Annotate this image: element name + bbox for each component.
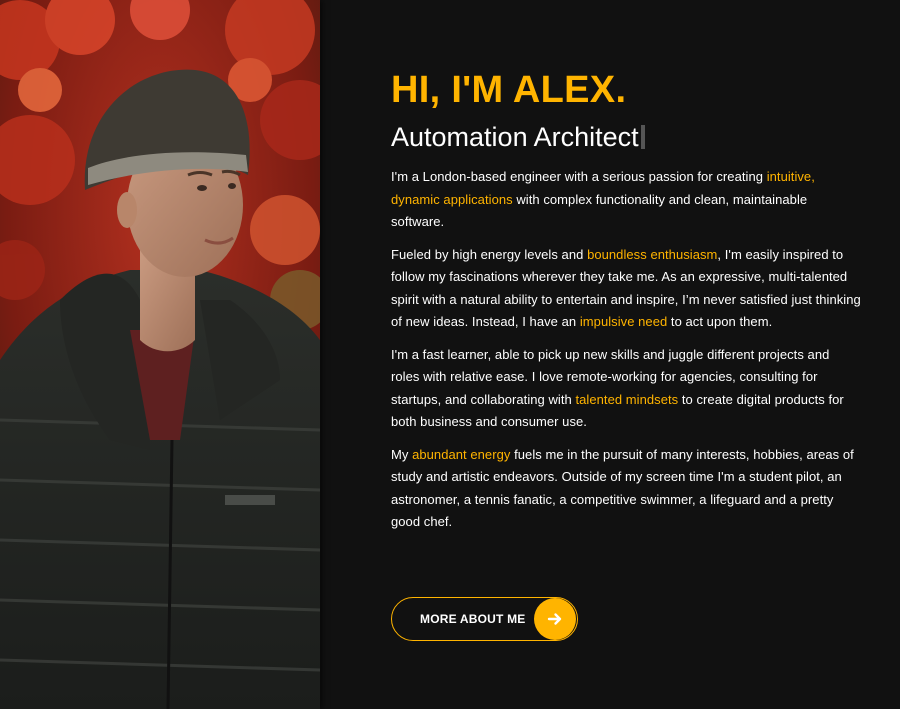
page: HI, I'M ALEX. Automation Architect I'm a… <box>0 0 900 709</box>
more-about-me-label: MORE ABOUT ME <box>420 612 526 626</box>
profile-photo <box>0 0 320 709</box>
bio-paragraph-3: I'm a fast learner, able to pick up new … <box>391 344 861 434</box>
bio-text: Fueled by high energy levels and <box>391 246 588 262</box>
bio-highlight: talented mindsets <box>575 391 679 407</box>
bio-paragraph-2: Fueled by high energy levels and boundle… <box>391 244 861 334</box>
bio-text: to act upon them. <box>667 314 773 329</box>
bio: I'm a London-based engineer with a serio… <box>391 166 861 534</box>
about-section: HI, I'M ALEX. Automation Architect I'm a… <box>320 0 900 709</box>
bio-highlight: boundless enthusiasm <box>587 246 718 262</box>
bio-highlight: abundant energy <box>412 446 511 462</box>
role-subtitle: Automation Architect <box>391 120 900 154</box>
bio-paragraph-4: My abundant energy fuels me in the pursu… <box>391 444 861 534</box>
page-title: HI, I'M ALEX. <box>391 69 627 111</box>
role-text: Automation Architect <box>391 122 639 152</box>
bio-highlight: impulsive need <box>579 314 668 329</box>
typing-cursor <box>640 125 645 149</box>
bio-text: I'm a London-based engineer with a serio… <box>391 169 767 184</box>
more-about-me-button[interactable]: MORE ABOUT ME <box>391 597 578 641</box>
bio-paragraph-1: I'm a London-based engineer with a serio… <box>391 166 861 234</box>
bio-text: My <box>391 446 413 462</box>
arrow-right-icon <box>534 598 576 640</box>
